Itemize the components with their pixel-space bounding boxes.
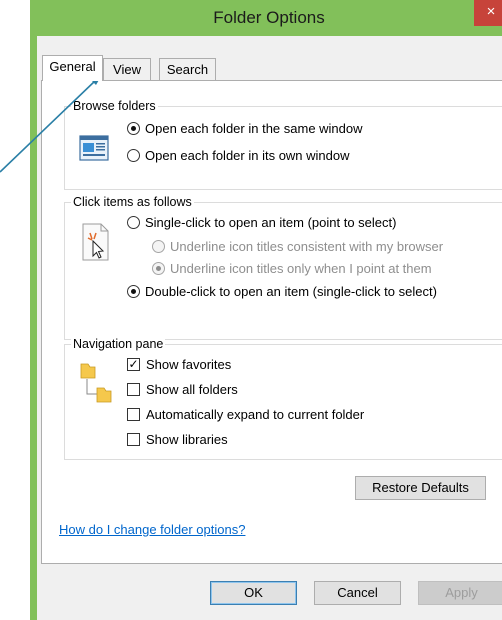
radio-underline-point[interactable]: Underline icon titles only when I point … [152,261,432,276]
navigation-pane-title: Navigation pane [71,337,166,352]
radio-button[interactable] [152,240,165,253]
tab-view[interactable]: View [103,58,151,80]
apply-button[interactable]: Apply [418,581,502,605]
click-items-title: Click items as follows [71,195,194,210]
checkbox-auto-expand[interactable]: Automatically expand to current folder [127,407,364,422]
checkbox-label: Show libraries [146,432,228,447]
radio-label: Single-click to open an item (point to s… [145,215,397,230]
radio-label: Underline icon titles consistent with my… [170,239,444,254]
window-title: Folder Options [213,8,325,27]
radio-underline-browser[interactable]: Underline icon titles consistent with my… [152,239,443,254]
tab-search[interactable]: Search [159,58,216,80]
checkbox-box[interactable] [127,383,140,396]
browse-folders-title: Browse folders [71,99,158,114]
checkbox-show-favorites[interactable]: ✓ Show favorites [127,357,231,372]
checkbox-label: Show favorites [146,357,232,372]
help-link[interactable]: How do I change folder options? [59,522,245,537]
radio-button[interactable] [127,285,140,298]
checkbox-label: Automatically expand to current folder [146,407,365,422]
radio-own-window[interactable]: Open each folder in its own window [127,148,350,163]
folder-tree-icon [80,363,112,403]
close-button[interactable]: × [474,0,502,26]
radio-button[interactable] [127,149,140,162]
navigation-pane-group: Navigation pane ✓ Show favorites Show al… [64,337,502,460]
title-bar[interactable]: Folder Options × [30,0,502,36]
radio-same-window[interactable]: Open each folder in the same window [127,121,363,136]
checkbox-box[interactable] [127,433,140,446]
radio-label: Open each folder in its own window [145,148,350,163]
checkbox-show-all-folders[interactable]: Show all folders [127,382,238,397]
general-tab-panel: Browse folders Open each folder in the s… [41,80,502,564]
checkbox-show-libraries[interactable]: Show libraries [127,432,228,447]
radio-double-click[interactable]: Double-click to open an item (single-cli… [127,284,437,299]
ok-button[interactable]: OK [210,581,297,605]
radio-label: Open each folder in the same window [145,121,363,136]
radio-button[interactable] [127,122,140,135]
radio-label: Underline icon titles only when I point … [170,261,432,276]
click-items-group: Click items as follows Single-click to o… [64,195,502,340]
restore-defaults-button[interactable]: Restore Defaults [355,476,486,500]
browse-folders-group: Browse folders Open each folder in the s… [64,99,502,190]
checkbox-box[interactable] [127,408,140,421]
radio-single-click[interactable]: Single-click to open an item (point to s… [127,215,396,230]
radio-button[interactable] [152,262,165,275]
tab-general[interactable]: General [42,55,103,81]
checkbox-label: Show all folders [146,382,238,397]
radio-button[interactable] [127,216,140,229]
pointer-click-icon [82,223,109,261]
browse-window-icon [79,135,109,161]
dialog-body: General View Search Browse folders Open … [37,36,502,620]
folder-options-window: Folder Options × General View Search Bro… [30,0,502,620]
cancel-button[interactable]: Cancel [314,581,401,605]
check-icon[interactable]: ✓ [127,358,140,371]
radio-label: Double-click to open an item (single-cli… [145,284,437,299]
